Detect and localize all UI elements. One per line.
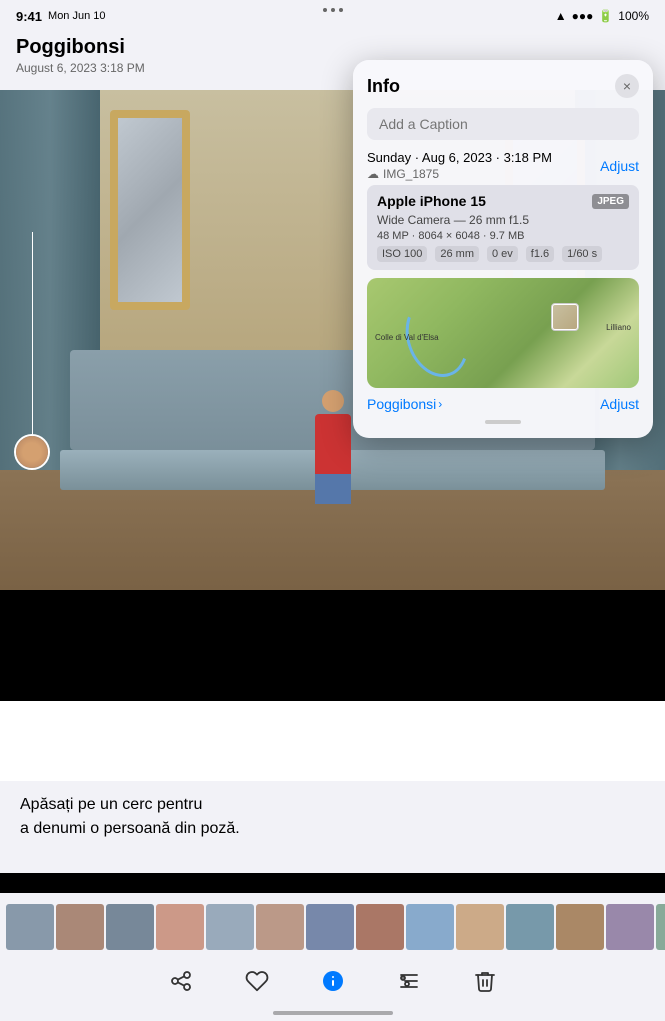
info-button[interactable] [315,963,351,999]
delete-button[interactable] [467,963,503,999]
filmstrip-item[interactable] [356,904,404,950]
filmstrip-item[interactable] [106,904,154,950]
map-location-row: Poggibonsi › Adjust [367,396,639,412]
exif-focal: 26 mm [435,246,479,262]
filmstrip-item[interactable] [256,904,304,950]
status-bar: 9:41 Mon Jun 10 ▲ ●●● 🔋 100% [0,0,665,32]
bottom-area [0,893,665,1021]
camera-specs: 48 MP · 8064 × 6048 · 9.7 MB [377,230,629,242]
filmstrip-item[interactable] [556,904,604,950]
exif-aperture: f1.6 [526,246,554,262]
date-info: Sunday · Aug 6, 2023 · 3:18 PM ☁ IMG_187… [367,150,552,181]
exif-iso: ISO 100 [377,246,427,262]
mirror-left [110,110,190,310]
chevron-right-icon: › [438,397,442,411]
exif-ev: 0 ev [487,246,518,262]
person-figure [308,390,358,490]
date-row: Sunday · Aug 6, 2023 · 3:18 PM ☁ IMG_187… [367,150,639,181]
filmstrip-item[interactable] [606,904,654,950]
location-label: Poggibonsi [367,396,436,412]
info-title: Info [367,76,400,97]
face-thumbnail [16,436,48,468]
photo-title: Poggibonsi [16,36,145,59]
add-caption-text: Apăsați pe un cerc pentru a denumi o per… [20,793,240,841]
home-bar [273,1011,393,1015]
filmstrip-item[interactable] [406,904,454,950]
camera-card: Apple iPhone 15 JPEG Wide Camera — 26 mm… [367,185,639,270]
toolbar [0,955,665,1011]
map-background: Colle di Val d'Elsa Lilliano [367,278,639,388]
map-pin [551,303,579,331]
person-head [322,390,344,412]
info-panel: Info × Sunday · Aug 6, 2023 · 3:18 PM ☁ … [353,60,653,438]
signal-icon: ●●● [572,9,594,23]
map-liliano-label: Lilliano [606,323,631,332]
like-button[interactable] [239,963,275,999]
jpeg-badge: JPEG [592,194,629,209]
filmstrip-item[interactable] [506,904,554,950]
handle-bar [485,420,521,424]
info-header: Info × [367,74,639,98]
battery-icon: 🔋 [598,9,613,23]
status-bar-right: ▲ ●●● 🔋 100% [555,9,649,23]
dot3 [339,8,343,12]
filmstrip-item[interactable] [6,904,54,950]
person-body [315,414,351,474]
exif-row: ISO 100 26 mm 0 ev f1.6 1/60 s [377,246,629,262]
map-town-label: Colle di Val d'Elsa [375,333,439,343]
map-pin-thumbnail [553,305,577,329]
battery-percent: 100% [618,9,649,23]
home-indicator [0,1011,665,1021]
filmstrip-item[interactable] [56,904,104,950]
filmstrip-item[interactable] [456,904,504,950]
panel-handle [367,420,639,424]
top-dots-indicator [323,8,343,12]
edit-button[interactable] [391,963,427,999]
filmstrip-item[interactable] [306,904,354,950]
caption-line2: a denumi o persoană din poză. [20,820,240,837]
filmstrip-item[interactable] [156,904,204,950]
camera-header: Apple iPhone 15 JPEG [377,193,629,209]
camera-model: Apple iPhone 15 [377,193,486,209]
face-recognition-line [32,232,33,452]
exif-shutter: 1/60 s [562,246,602,262]
map-container[interactable]: Colle di Val d'Elsa Lilliano [367,278,639,388]
photo-subtitle: August 6, 2023 3:18 PM [16,61,145,75]
date-text: Sunday · Aug 6, 2023 · 3:18 PM [367,150,552,165]
filmstrip-item[interactable] [206,904,254,950]
adjust-location-button[interactable]: Adjust [600,396,639,412]
status-date: Mon Jun 10 [48,10,105,22]
info-close-button[interactable]: × [615,74,639,98]
face-circle[interactable] [14,434,50,470]
filename-text: IMG_1875 [383,167,439,181]
status-bar-left: 9:41 Mon Jun 10 [16,9,106,24]
white-gap [0,701,665,781]
photo-title-area: Poggibonsi August 6, 2023 3:18 PM [16,36,145,75]
add-caption-area: Apăsați pe un cerc pentru a denumi o per… [0,781,665,873]
wifi-icon: ▲ [555,9,567,23]
dot1 [323,8,327,12]
filmstrip[interactable] [0,899,665,955]
filename-row: ☁ IMG_1875 [367,167,552,181]
share-button[interactable] [163,963,199,999]
camera-lens: Wide Camera — 26 mm f1.5 [377,213,629,227]
caption-line1: Apăsați pe un cerc pentru [20,796,202,813]
caption-input[interactable] [367,108,639,140]
map-location-name[interactable]: Poggibonsi › [367,396,442,412]
filmstrip-item[interactable] [656,904,665,950]
cloud-icon: ☁ [367,167,379,181]
status-time: 9:41 [16,9,42,24]
person-legs [315,474,351,504]
adjust-date-button[interactable]: Adjust [600,158,639,174]
dot2 [331,8,335,12]
